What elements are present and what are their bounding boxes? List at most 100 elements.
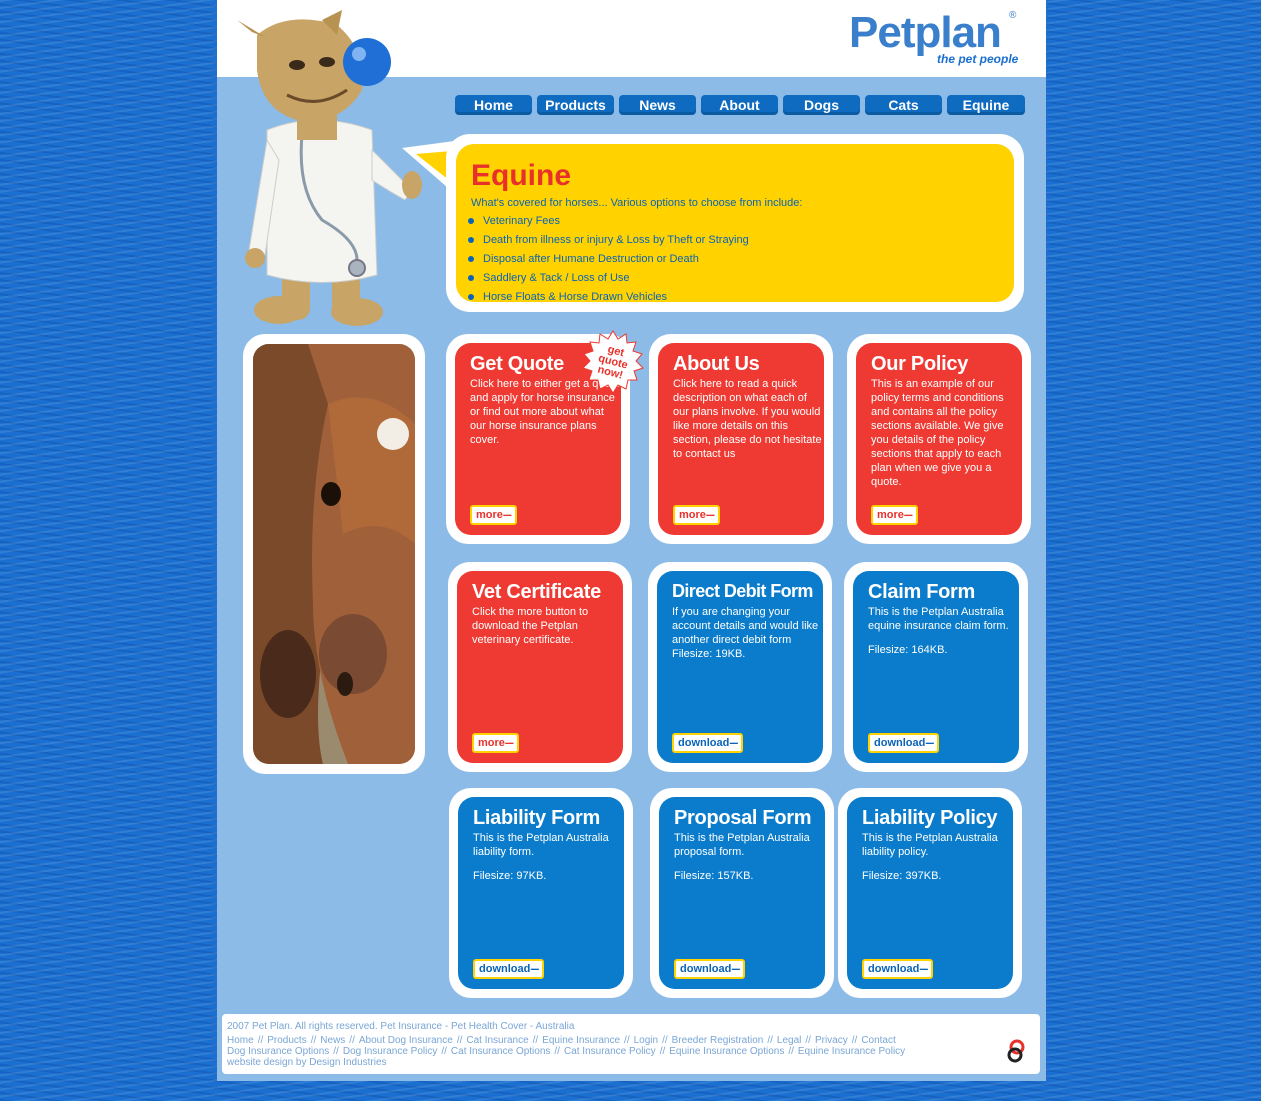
download-button[interactable]: download--- — [862, 959, 934, 979]
footer-link[interactable]: Equine Insurance — [542, 1035, 620, 1046]
nav-home[interactable]: Home — [455, 95, 532, 115]
card-claim-form[interactable]: Claim Form This is the Petplan Australia… — [844, 562, 1028, 772]
more-button[interactable]: more--- — [470, 505, 517, 525]
nav-dogs[interactable]: Dogs — [783, 95, 860, 115]
get-quote-now-badge[interactable]: get quote now! — [581, 330, 645, 394]
filesize-text: Filesize: 157KB. — [674, 870, 754, 882]
download-button[interactable]: download--- — [674, 959, 746, 979]
nav-cats[interactable]: Cats — [865, 95, 942, 115]
footer-separator: // — [767, 1035, 773, 1046]
more-button[interactable]: more--- — [673, 505, 720, 525]
footer-separator: // — [805, 1035, 811, 1046]
footer-link[interactable]: Legal — [777, 1035, 801, 1046]
equine-cover-list: Veterinary Fees Death from illness or in… — [468, 213, 749, 308]
footer-link[interactable]: Contact — [861, 1035, 895, 1046]
footer-copyright: 2007 Pet Plan. All rights reserved. Pet … — [227, 1021, 575, 1032]
equine-info-inner: Equine What's covered for horses... Vari… — [456, 144, 1014, 303]
footer-separator: // — [624, 1035, 630, 1046]
card-description: This is the Petplan Australia proposal f… — [674, 831, 824, 883]
card-direct-debit-form[interactable]: Direct Debit Form If you are changing yo… — [648, 562, 832, 772]
footer-separator: // — [441, 1046, 447, 1057]
card-about-us[interactable]: About Us Click here to read a quick desc… — [649, 334, 833, 544]
footer-link[interactable]: Breeder Registration — [672, 1035, 764, 1046]
footer-separator: // — [310, 1035, 317, 1046]
horse-photo-frame — [243, 334, 425, 774]
footer-link[interactable]: Cat Insurance Policy — [564, 1046, 656, 1057]
footer-link[interactable]: Dog Insurance Options — [227, 1046, 329, 1057]
nav-news[interactable]: News — [619, 95, 696, 115]
card-description: This is the Petplan Australia equine ins… — [868, 605, 1018, 657]
download-button[interactable]: download--- — [473, 959, 545, 979]
nav-about[interactable]: About — [701, 95, 778, 115]
card-title: Get Quote — [470, 353, 564, 375]
card-proposal-form[interactable]: Proposal Form This is the Petplan Austra… — [650, 788, 834, 998]
equine-info-panel: Equine What's covered for horses... Vari… — [446, 134, 1024, 312]
card-description: If you are changing your account details… — [672, 605, 822, 661]
footer-separator: // — [333, 1046, 339, 1057]
logo-tagline: the pet people — [937, 52, 1019, 66]
page-container: Petplan ® the pet people Home Products N… — [217, 0, 1046, 1081]
list-item: Saddlery & Tack / Loss of Use — [468, 270, 749, 289]
filesize-text: Filesize: 397KB. — [862, 870, 942, 882]
footer-link[interactable]: Cat Insurance — [466, 1035, 528, 1046]
card-description: This is the Petplan Australia liability … — [473, 831, 623, 883]
petplan-logo[interactable]: Petplan ® the pet people — [849, 8, 1029, 68]
footer-separator: // — [554, 1046, 560, 1057]
download-button[interactable]: download--- — [672, 733, 744, 753]
card-description: This is the Petplan Australia liability … — [862, 831, 1012, 883]
design-industries-logo-icon[interactable] — [1004, 1038, 1030, 1064]
nav-equine[interactable]: Equine — [947, 95, 1025, 115]
list-item: Death from illness or injury & Loss by T… — [468, 232, 749, 251]
horse-foal-photo — [253, 344, 415, 764]
card-title: About Us — [673, 353, 760, 375]
list-item: Disposal after Humane Destruction or Dea… — [468, 251, 749, 270]
nav-products[interactable]: Products — [537, 95, 614, 115]
list-item: Horse Floats & Horse Drawn Vehicles — [468, 289, 749, 308]
logo-brand-name: Petplan — [849, 8, 1002, 57]
download-button[interactable]: download--- — [868, 733, 940, 753]
footer-links-row-2: Dog Insurance Options//Dog Insurance Pol… — [227, 1046, 905, 1057]
card-title: Liability Form — [473, 807, 600, 829]
card-liability-form[interactable]: Liability Form This is the Petplan Austr… — [449, 788, 633, 998]
card-description: This is an example of our policy terms a… — [871, 378, 1004, 488]
card-title: Our Policy — [871, 353, 969, 375]
filesize-text: Filesize: 97KB. — [473, 870, 547, 882]
filesize-text: Filesize: 164KB. — [868, 644, 948, 656]
card-description: Click the more button to download the Pe… — [472, 606, 589, 646]
footer-link[interactable]: About Dog Insurance — [359, 1035, 453, 1046]
card-vet-certificate[interactable]: Vet Certificate Click the more button to… — [448, 562, 632, 772]
equine-intro-text: What's covered for horses... Various opt… — [471, 197, 803, 209]
footer-link[interactable]: Equine Insurance Options — [669, 1046, 784, 1057]
registered-mark: ® — [1009, 10, 1017, 21]
footer-design-credit[interactable]: website design by Design Industries — [227, 1057, 387, 1068]
footer-link[interactable]: Cat Insurance Options — [451, 1046, 551, 1057]
equine-heading: Equine — [471, 159, 572, 192]
list-item: Veterinary Fees — [468, 213, 749, 232]
card-title: Proposal Form — [674, 807, 812, 829]
card-title: Liability Policy — [862, 807, 998, 829]
footer-links-row-1: Home//Products//News//About Dog Insuranc… — [227, 1035, 896, 1046]
footer-separator: // — [257, 1035, 264, 1046]
footer-link[interactable]: Products — [267, 1035, 306, 1046]
footer-separator: // — [532, 1035, 539, 1046]
footer-link[interactable]: Login — [634, 1035, 658, 1046]
more-button[interactable]: more--- — [871, 505, 918, 525]
dog-mascot-illustration — [237, 10, 422, 326]
card-our-policy[interactable]: Our Policy This is an example of our pol… — [847, 334, 1031, 544]
footer-link[interactable]: News — [320, 1035, 345, 1046]
card-liability-policy[interactable]: Liability Policy This is the Petplan Aus… — [838, 788, 1022, 998]
card-title: Direct Debit Form — [672, 581, 813, 601]
footer-separator: // — [659, 1046, 666, 1057]
footer-link[interactable]: Dog Insurance Policy — [343, 1046, 438, 1057]
footer-separator: // — [662, 1035, 668, 1046]
footer-link[interactable]: Equine Insurance Policy — [798, 1046, 905, 1057]
more-button[interactable]: more--- — [472, 733, 519, 753]
footer-link[interactable]: Home — [227, 1035, 254, 1046]
footer-separator: // — [349, 1035, 355, 1046]
footer-link[interactable]: Privacy — [815, 1035, 848, 1046]
card-description: Click here to read a quick description o… — [673, 378, 822, 460]
footer: 2007 Pet Plan. All rights reserved. Pet … — [222, 1014, 1040, 1074]
footer-separator: // — [788, 1046, 794, 1057]
card-title: Claim Form — [868, 581, 976, 603]
footer-separator: // — [851, 1035, 858, 1046]
